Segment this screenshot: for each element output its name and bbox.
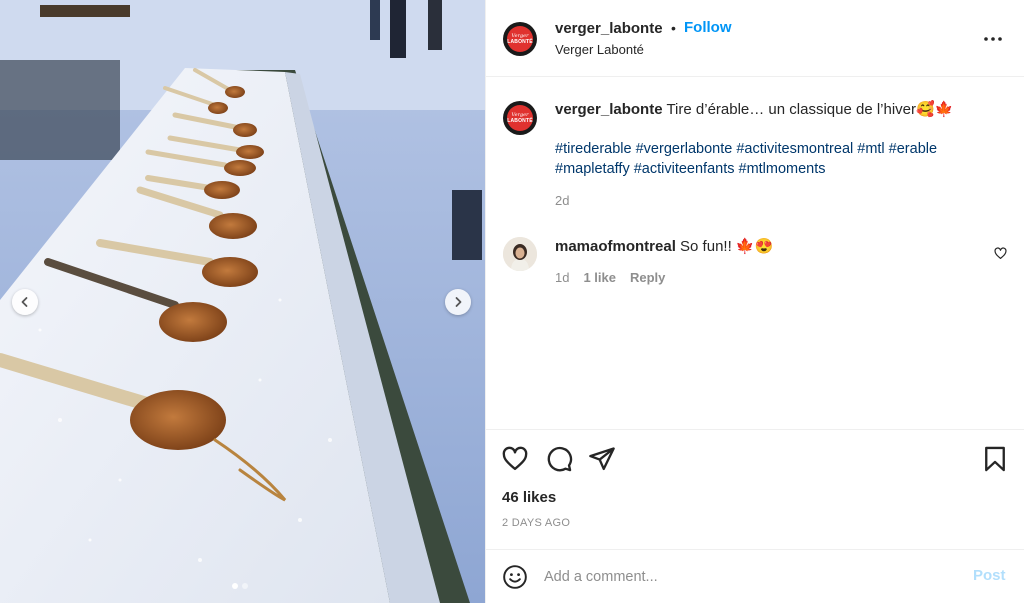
comment-input[interactable] (544, 564, 954, 590)
logo-text-bottom: LABONTÉ (507, 118, 533, 124)
caption-age[interactable]: 2d (555, 193, 1005, 208)
likes-count[interactable]: 46 likes (502, 489, 556, 506)
comment-icon[interactable] (545, 445, 573, 473)
brand-logo: Verger LABONTÉ (507, 105, 533, 131)
more-options-icon[interactable] (982, 28, 1004, 50)
comment-username[interactable]: mamaofmontreal (555, 238, 676, 255)
brand-logo: Verger LABONTÉ (507, 26, 533, 52)
header-location[interactable]: Verger Labonté (555, 42, 644, 57)
post-header: Verger LABONTÉ verger_labonte • Follow V… (486, 0, 1024, 77)
comment-age[interactable]: 1d (555, 270, 569, 285)
add-comment-bar: Post (486, 549, 1024, 603)
comment-like-icon[interactable] (994, 247, 1007, 260)
share-icon[interactable] (588, 445, 616, 473)
author-avatar[interactable]: Verger LABONTÉ (503, 22, 537, 56)
post-time-ago[interactable]: 2 DAYS AGO (502, 517, 570, 529)
comment-text: So fun!! 🍁😍 (680, 238, 774, 255)
comment-item: mamaofmontreal So fun!! 🍁😍 1d 1 like Rep… (555, 237, 975, 285)
caption-hashtags-line2[interactable]: #mapletaffy #activiteenfants #mtlmoments (555, 159, 1005, 179)
carousel-dots (232, 583, 248, 589)
header-username[interactable]: verger_labonte (555, 20, 663, 37)
chevron-right-icon (455, 297, 462, 307)
person-photo-icon (503, 237, 537, 271)
caption-hashtags-line1[interactable]: #tirederable #vergerlabonte #activitesmo… (555, 139, 1005, 159)
chevron-left-icon (21, 297, 28, 307)
caption-avatar[interactable]: Verger LABONTÉ (503, 101, 537, 135)
header-separator: • (671, 20, 676, 36)
comment-meta: 1d 1 like Reply (555, 270, 975, 285)
logo-text-bottom: LABONTÉ (507, 39, 533, 45)
comment-likes[interactable]: 1 like (583, 270, 616, 285)
post-media[interactable] (0, 0, 485, 603)
bookmark-icon[interactable] (981, 445, 1009, 473)
follow-button[interactable]: Follow (684, 19, 732, 36)
comment-reply-button[interactable]: Reply (630, 270, 665, 285)
carousel-dot-active (232, 583, 238, 589)
carousel-dot (242, 583, 248, 589)
post-details-panel: Verger LABONTÉ verger_labonte • Follow V… (485, 0, 1024, 603)
post-actions: 46 likes 2 DAYS AGO (486, 429, 1024, 549)
commenter-avatar[interactable] (503, 237, 537, 271)
post-comment-button[interactable]: Post (973, 567, 1006, 584)
caption-text: Tire d’érable… un classique de l’hiver🥰🍁 (666, 101, 954, 118)
caption-username[interactable]: verger_labonte (555, 101, 663, 118)
post-caption: verger_labonte Tire d’érable… un classiq… (555, 100, 1005, 208)
post-photo-maple-taffy (0, 0, 485, 603)
heart-icon[interactable] (501, 445, 529, 473)
carousel-next-button[interactable] (445, 289, 471, 315)
emoji-icon[interactable] (502, 564, 528, 590)
carousel-prev-button[interactable] (12, 289, 38, 315)
